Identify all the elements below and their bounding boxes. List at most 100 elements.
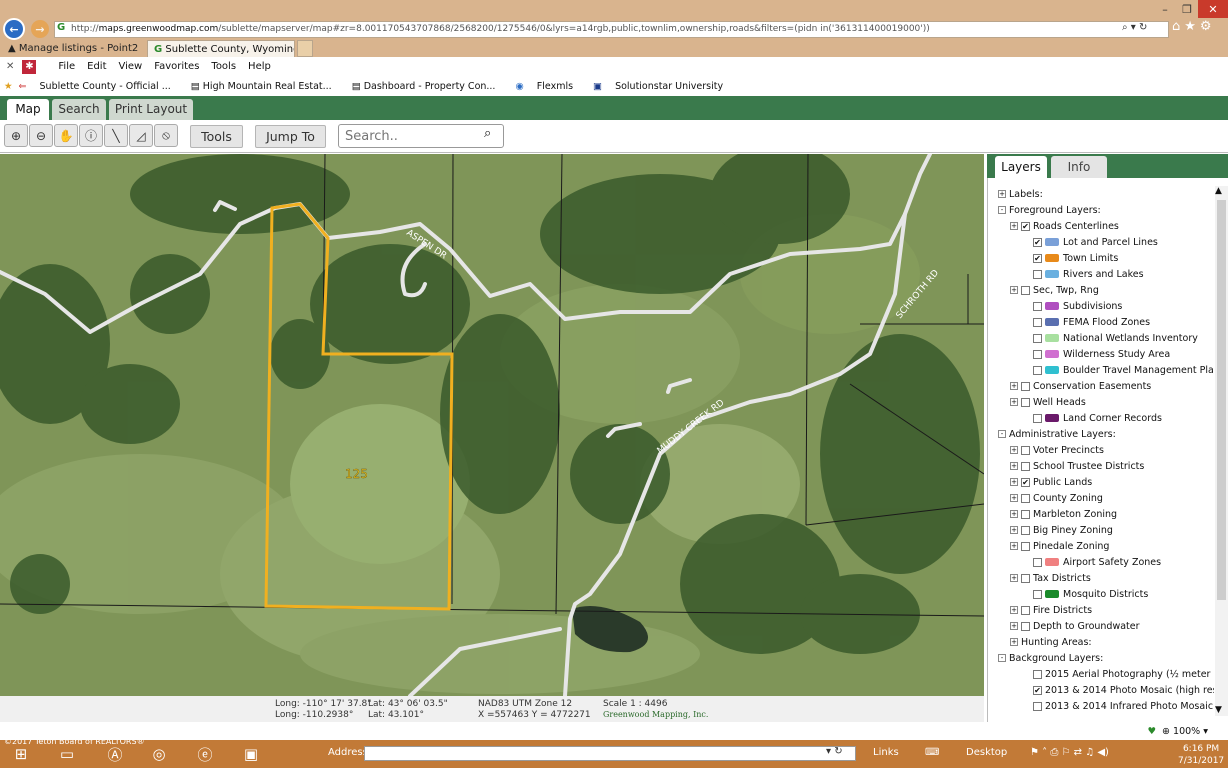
new-tab-button[interactable]: [297, 40, 313, 57]
layer-row[interactable]: 2015 Aerial Photography (½ meter res): [1022, 666, 1214, 682]
jump-to-button[interactable]: Jump To: [255, 125, 326, 148]
layer-checkbox[interactable]: [1033, 317, 1042, 327]
taskbar-desktop[interactable]: Desktop: [966, 747, 1007, 758]
menu-tools[interactable]: Tools: [211, 61, 236, 72]
expand-icon[interactable]: +: [1010, 222, 1018, 230]
expand-icon[interactable]: +: [1010, 638, 1018, 646]
zoom-in-icon[interactable]: ⊕: [4, 124, 28, 147]
layer-checkbox[interactable]: ✔: [1033, 253, 1042, 263]
expand-icon[interactable]: +: [1010, 526, 1018, 534]
address-go-icon[interactable]: ▾ ↻: [826, 746, 843, 757]
close-window-icon[interactable]: ✕: [1198, 0, 1228, 18]
layer-checkbox[interactable]: [1021, 285, 1030, 295]
taskbar-links[interactable]: Links: [873, 747, 899, 758]
tab-info[interactable]: Info: [1051, 156, 1107, 178]
search-icon[interactable]: ⌕: [484, 126, 491, 141]
expand-icon[interactable]: +: [1010, 606, 1018, 614]
favorite-dashboard[interactable]: ▤ Dashboard - Property Con...: [352, 81, 506, 92]
layer-row[interactable]: + Marbleton Zoning: [1010, 506, 1117, 522]
layer-checkbox[interactable]: [1021, 493, 1030, 503]
app-window-icon[interactable]: ▣: [230, 741, 272, 767]
layer-checkbox[interactable]: ✔: [1033, 685, 1042, 695]
expand-icon[interactable]: +: [1010, 478, 1018, 486]
expand-icon[interactable]: +: [1010, 382, 1018, 390]
layer-row[interactable]: Mosquito Districts: [1022, 586, 1148, 602]
layer-checkbox[interactable]: [1033, 301, 1042, 311]
layer-row[interactable]: ✔ 2013 & 2014 Photo Mosaic (high res): [1022, 682, 1214, 698]
zoom-level[interactable]: ⊕ 100% ▾: [1162, 726, 1208, 737]
layer-checkbox[interactable]: [1021, 397, 1030, 407]
browser-tab-sublette[interactable]: G Sublette County, Wyoming ×: [147, 40, 295, 57]
layer-checkbox[interactable]: ✔: [1021, 477, 1030, 487]
layer-checkbox[interactable]: [1033, 365, 1042, 375]
layer-checkbox[interactable]: [1021, 605, 1030, 615]
layer-row[interactable]: Subdivisions: [1022, 298, 1122, 314]
menu-file[interactable]: File: [58, 61, 75, 72]
layer-checkbox[interactable]: [1021, 509, 1030, 519]
layer-row[interactable]: Land Corner Records: [1022, 410, 1162, 426]
expand-icon[interactable]: +: [1010, 542, 1018, 550]
collapse-icon[interactable]: -: [998, 206, 1006, 214]
layer-row[interactable]: Rivers and Lakes: [1022, 266, 1144, 282]
favorite-flexmls[interactable]: ◉ Flexmls: [515, 81, 583, 92]
layer-row[interactable]: - Background Layers:: [998, 650, 1103, 666]
info-icon[interactable]: ⓘ: [79, 124, 103, 147]
url-search-refresh-icons[interactable]: ⌕ ▾ ↻: [1122, 22, 1147, 33]
zoom-out-icon[interactable]: ⊖: [29, 124, 53, 147]
internet-explorer-icon[interactable]: ⓔ: [184, 741, 226, 767]
tools-button[interactable]: Tools: [190, 125, 243, 148]
scroll-down-icon[interactable]: ▼: [1215, 705, 1222, 715]
map-canvas[interactable]: 125 ASPEN DR MUDDY CREEK RD SCHROTH RD: [0, 154, 984, 696]
layer-row[interactable]: FEMA Flood Zones: [1022, 314, 1150, 330]
tab-search[interactable]: Search: [52, 99, 106, 120]
layer-checkbox[interactable]: [1021, 541, 1030, 551]
url-bar[interactable]: http://maps.greenwoodmap.com/sublette/ma…: [54, 21, 1169, 38]
layer-row[interactable]: + Tax Districts: [1010, 570, 1091, 586]
minimize-icon[interactable]: –: [1154, 0, 1176, 18]
restore-icon[interactable]: ❐: [1176, 0, 1198, 18]
menu-view[interactable]: View: [119, 61, 143, 72]
menu-help[interactable]: Help: [248, 61, 271, 72]
browser-tab-manage-listings[interactable]: ▲ Manage listings - Point2: [2, 40, 145, 57]
expand-icon[interactable]: +: [1010, 462, 1018, 470]
forward-arrow-icon[interactable]: →: [31, 20, 49, 38]
layer-checkbox[interactable]: [1033, 557, 1042, 567]
layer-checkbox[interactable]: [1033, 589, 1042, 599]
layer-row[interactable]: + Pinedale Zoning: [1010, 538, 1109, 554]
collapse-icon[interactable]: -: [998, 654, 1006, 662]
layer-checkbox[interactable]: [1033, 413, 1042, 423]
layer-checkbox[interactable]: [1021, 621, 1030, 631]
layer-row[interactable]: ✔ Lot and Parcel Lines: [1022, 234, 1158, 250]
layer-row[interactable]: + School Trustee Districts: [1010, 458, 1144, 474]
layer-checkbox[interactable]: [1021, 525, 1030, 535]
file-explorer-icon[interactable]: ▭: [46, 741, 88, 767]
layer-row[interactable]: + County Zoning: [1010, 490, 1103, 506]
layer-row[interactable]: - Administrative Layers:: [998, 426, 1116, 442]
home-star-gear-icons[interactable]: ⌂★⚙: [1172, 19, 1216, 34]
layer-row[interactable]: + Fire Districts: [1010, 602, 1092, 618]
layer-checkbox[interactable]: [1033, 349, 1042, 359]
tab-layers[interactable]: Layers: [995, 156, 1047, 178]
taskbar-clock[interactable]: 6:16 PM 7/31/2017: [1178, 743, 1224, 767]
layer-row[interactable]: + Big Piney Zoning: [1010, 522, 1113, 538]
layer-checkbox[interactable]: [1033, 333, 1042, 343]
layer-checkbox[interactable]: [1021, 381, 1030, 391]
layer-row[interactable]: Airport Safety Zones: [1022, 554, 1161, 570]
tray-icons[interactable]: ⚑ ˄ ⎙ ⚐ ⇄ ♫ ◀): [1030, 747, 1109, 758]
addon-icon[interactable]: ✱: [22, 59, 37, 74]
layer-row[interactable]: + Conservation Easements: [1010, 378, 1151, 394]
layer-checkbox[interactable]: ✔: [1021, 221, 1030, 231]
tab-print-layout[interactable]: Print Layout: [109, 99, 193, 120]
expand-icon[interactable]: +: [998, 190, 1006, 198]
clear-icon[interactable]: ⦸: [154, 124, 178, 147]
close-icon[interactable]: ✕: [6, 61, 14, 72]
layer-checkbox[interactable]: [1021, 445, 1030, 455]
expand-icon[interactable]: +: [1010, 510, 1018, 518]
back-arrow-icon[interactable]: ←: [3, 18, 25, 40]
scroll-up-icon[interactable]: ▲: [1215, 186, 1222, 196]
expand-icon[interactable]: +: [1010, 446, 1018, 454]
menu-favorites[interactable]: Favorites: [154, 61, 199, 72]
expand-icon[interactable]: +: [1010, 398, 1018, 406]
search-input[interactable]: [338, 124, 504, 148]
layer-row[interactable]: + ✔ Public Lands: [1010, 474, 1092, 490]
